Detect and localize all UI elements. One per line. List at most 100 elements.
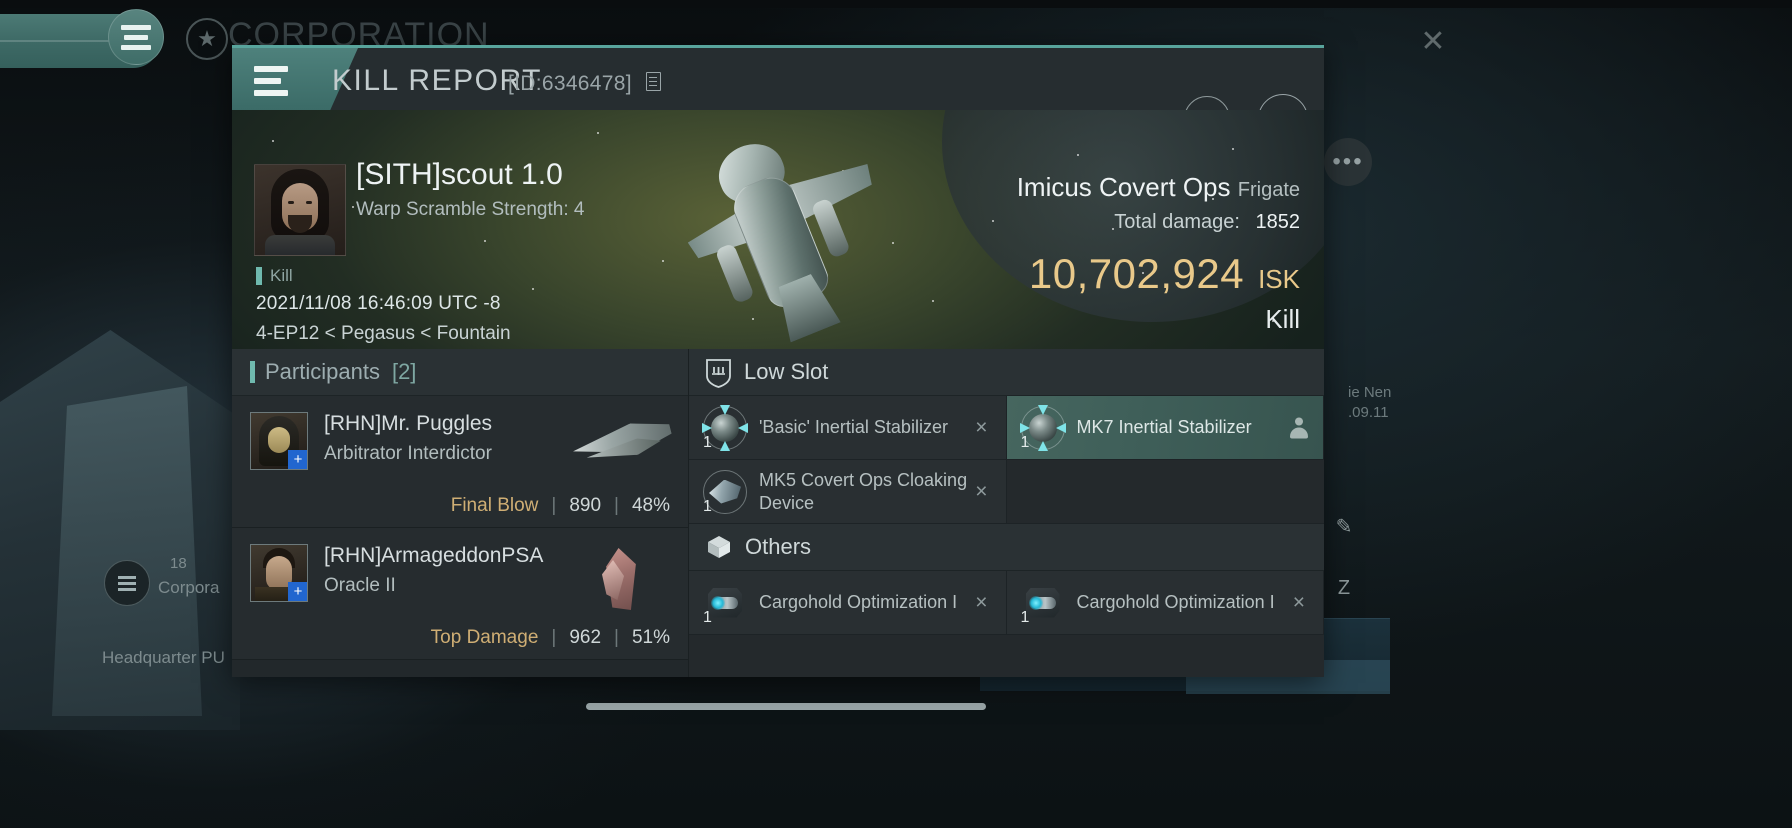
module-name: MK5 Covert Ops Cloaking Device: [759, 470, 968, 513]
more-dots-icon[interactable]: •••: [1324, 138, 1372, 186]
inertial-stabilizer-icon: 1: [702, 404, 748, 451]
participant-stat-tag: Top Damage: [430, 627, 539, 648]
participant-stat-tag: Final Blow: [450, 495, 539, 516]
participant-row[interactable]: + [RHN]Mr. Puggles Arbitrator Interdicto…: [232, 396, 688, 528]
module-cell-selected[interactable]: 1 MK7 Inertial Stabilizer: [1006, 396, 1324, 460]
participant-stats: Top Damage | 962 | 51%: [431, 627, 670, 649]
remove-module-icon[interactable]: ×: [975, 480, 987, 504]
kill-location: 4-EP12 < Pegasus < Fountain: [256, 323, 511, 344]
participants-header: Participants [2]: [232, 349, 688, 396]
background-sleep-icon[interactable]: Z: [1322, 566, 1366, 610]
module-cell-empty: [1006, 460, 1324, 524]
fitting-section-title: Others: [745, 534, 812, 559]
participant-percent: 51%: [631, 627, 670, 648]
isk-value: 10,702,924: [1028, 250, 1245, 297]
participant-ship: Arbitrator Interdictor: [324, 443, 492, 464]
others-module-grid: 1 Cargohold Optimization I × 1 Cargohold…: [689, 571, 1324, 635]
module-quantity: 1: [1020, 608, 1030, 626]
stat-separator: |: [551, 495, 557, 516]
fitting-empty-area: [689, 635, 1324, 677]
background-headquarter-label: Headquarter PU: [102, 648, 225, 667]
kill-value-block: Imicus Covert Ops Frigate Total damage: …: [1017, 172, 1300, 298]
home-indicator: [586, 703, 986, 710]
avatar: +: [250, 412, 308, 470]
ship-class: Frigate: [1237, 179, 1300, 201]
participant-name: [RHN]Mr. Puggles: [324, 412, 493, 435]
fitting-section-header-others: Others: [689, 524, 1324, 571]
module-cell[interactable]: 1 MK5 Covert Ops Cloaking Device ×: [689, 460, 1007, 524]
participants-title: Participants: [265, 359, 380, 384]
participant-name: [RHN]ArmageddonPSA: [324, 544, 544, 567]
fitting-section-header-low-slot: Low Slot: [689, 349, 1324, 396]
kill-result-word: Kill: [1265, 304, 1300, 334]
participant-ship-thumbnail: [572, 540, 676, 610]
status-label: Kill: [270, 266, 293, 285]
fitting-panel: Low Slot 1 'Basic' Inertial Stabilizer ×…: [689, 349, 1324, 677]
low-slot-module-grid: 1 'Basic' Inertial Stabilizer × 1 MK7 In…: [689, 396, 1324, 524]
add-contact-badge[interactable]: +: [288, 582, 307, 601]
hamburger-icon: [254, 66, 288, 96]
cargohold-optimization-icon: 1: [703, 581, 747, 626]
total-damage-value: 1852: [1255, 211, 1301, 233]
star-icon: ★: [186, 18, 228, 60]
background-menu-icon[interactable]: [108, 9, 164, 65]
stat-separator: |: [614, 627, 619, 648]
remove-module-icon[interactable]: ×: [975, 591, 987, 615]
window-title-bar: KILL REPORT [ID:6346478] ✕: [232, 48, 1324, 144]
module-quantity: 1: [703, 608, 712, 626]
module-cell[interactable]: 1 Cargohold Optimization I ×: [1006, 571, 1324, 635]
cube-icon: [705, 533, 733, 561]
avatar: +: [250, 544, 308, 602]
shield-slot-icon: [705, 357, 732, 388]
participant-row[interactable]: + [RHN]ArmageddonPSA Oracle II Top Damag…: [232, 528, 688, 660]
victim-subtitle: Warp Scramble Strength: 4: [356, 199, 585, 220]
report-body: Participants [2] + [RHN]Mr. Puggles Arbi…: [232, 349, 1324, 677]
section-accent-bar: [250, 361, 255, 383]
add-contact-badge[interactable]: +: [288, 450, 307, 469]
remove-module-icon[interactable]: ×: [975, 416, 987, 440]
pilot-icon[interactable]: [1290, 417, 1308, 438]
module-quantity: 1: [1020, 433, 1030, 451]
module-quantity: 1: [703, 497, 712, 515]
stat-separator: |: [551, 627, 557, 648]
participants-panel: Participants [2] + [RHN]Mr. Puggles Arbi…: [232, 349, 689, 677]
background-bottom-menu-icon[interactable]: [104, 560, 150, 606]
isk-value-row: 10,702,924 ISK: [1017, 250, 1300, 298]
participant-damage: 890: [569, 495, 602, 516]
ship-name-line: Imicus Covert Ops Frigate: [1017, 172, 1300, 203]
module-cell[interactable]: 1 Cargohold Optimization I ×: [689, 571, 1007, 635]
ship-name: Imicus Covert Ops: [1016, 172, 1231, 202]
isk-unit: ISK: [1258, 264, 1300, 294]
status-bar: [256, 267, 262, 285]
module-quantity: 1: [703, 433, 712, 451]
cargohold-optimization-icon: 1: [1020, 581, 1065, 626]
victim-avatar[interactable]: [254, 164, 346, 256]
background-right-label-2: .09.11: [1348, 404, 1389, 421]
background-close-icon[interactable]: ✕: [1412, 20, 1454, 62]
background-corp-label: Corpora: [158, 578, 220, 597]
module-name: Cargohold Optimization I: [1076, 592, 1275, 613]
participant-ship: Oracle II: [324, 575, 396, 596]
status-badge: Kill: [256, 266, 293, 286]
cloaking-device-icon: 1: [703, 469, 747, 515]
remove-module-icon[interactable]: ×: [1293, 591, 1305, 615]
kill-report-window: KILL REPORT [ID:6346478] ✕: [232, 45, 1324, 677]
module-name: 'Basic' Inertial Stabilizer: [759, 417, 948, 438]
copy-icon[interactable]: [643, 72, 661, 92]
background-corp-number: 18: [170, 555, 187, 572]
victim-name: [SITH]scout 1.0: [356, 158, 563, 191]
screen-root: ★ CORPORATION ✕ ••• ✎ Z ie Nen .09.11 Co…: [0, 0, 1792, 828]
background-edit-icon[interactable]: ✎: [1322, 504, 1366, 548]
participant-percent: 48%: [631, 495, 670, 516]
stat-separator: |: [614, 495, 619, 516]
participant-stats: Final Blow | 890 | 48%: [451, 495, 670, 517]
total-damage-label: Total damage:: [1114, 211, 1240, 233]
background-top-strip: [0, 0, 1792, 8]
module-cell[interactable]: 1 'Basic' Inertial Stabilizer ×: [689, 396, 1007, 460]
total-damage-line: Total damage: 1852: [1017, 211, 1300, 234]
module-name: Cargohold Optimization I: [759, 592, 958, 613]
inertial-stabilizer-icon: 1: [1019, 404, 1066, 451]
participant-damage: 962: [569, 627, 602, 648]
participant-ship-thumbnail: [572, 408, 676, 478]
kill-report-id: [ID:6346478]: [508, 72, 632, 95]
